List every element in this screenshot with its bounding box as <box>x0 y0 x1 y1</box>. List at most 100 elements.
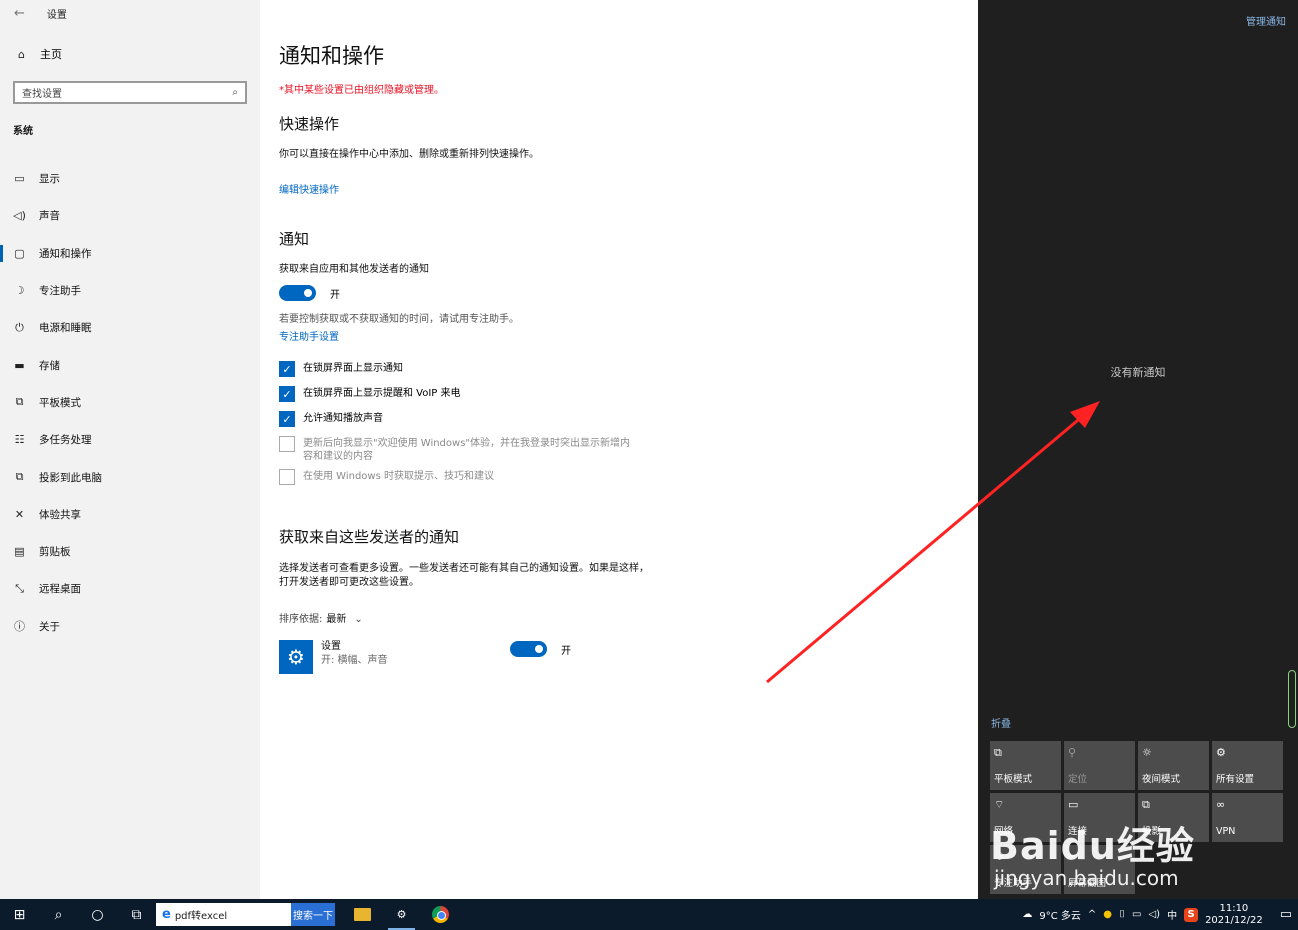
chevron-down-icon: ⌄ <box>354 614 363 625</box>
sender-toggle[interactable] <box>510 641 547 657</box>
checkbox-label: 在锁屏界面上显示通知 <box>303 363 403 374</box>
taskbar-search-button[interactable]: 搜索一下 <box>291 903 335 926</box>
tile-label: VPN <box>1216 826 1236 837</box>
sidebar-item-3[interactable]: ☽ 专注助手 <box>0 272 260 309</box>
quick-action-tile[interactable]: ⧉ 平板模式 <box>990 741 1061 790</box>
checkbox[interactable] <box>279 469 295 485</box>
sender-app-name: 设置 <box>321 641 341 652</box>
quick-action-tile[interactable]: ☽ 专注助手 <box>990 845 1061 894</box>
chevron-up-icon[interactable]: ^ <box>1088 909 1096 920</box>
info-icon: ⓘ <box>14 620 25 634</box>
quick-action-tile[interactable]: ⧉ 投影 <box>1138 793 1209 842</box>
checkbox-row[interactable]: ✓ 在锁屏界面上显示提醒和 VoIP 来电 <box>279 386 639 402</box>
sidebar-item-0[interactable]: ▭ 显示 <box>0 160 260 197</box>
notification-center-icon[interactable]: ▭ <box>1280 907 1292 922</box>
action-center: 管理通知 没有新通知 折叠 ⧉ 平板模式 ⚲ 定位 ☼ 夜间模式 ⚙ 所有设置 ⌔ 网络 ▭ 连接 ⧉ 投… <box>978 0 1298 899</box>
quick-action-tile[interactable]: ✂ 屏幕截图 <box>1064 845 1135 894</box>
taskbar-search-input[interactable]: e pdf转excel <box>156 903 291 926</box>
share-icon: ✕ <box>14 507 25 521</box>
sort-dropdown[interactable]: 排序依据: 最新 ⌄ <box>279 613 363 627</box>
sidebar-item-label: 多任务处理 <box>39 434 92 447</box>
quick-action-tile[interactable]: ⚙ 所有设置 <box>1212 741 1283 790</box>
settings-app-icon[interactable]: ⚙ <box>382 899 421 930</box>
volume-icon[interactable]: ◁) <box>1148 909 1160 920</box>
collapse-link[interactable]: 折叠 <box>991 715 1011 730</box>
main-content: 通知和操作 *其中某些设置已由组织隐藏或管理。 快速操作 你可以直接在操作中心中… <box>260 0 978 899</box>
system-tray: ☁ 9°C 多云 ^ ● ⌷ ▭ ◁) 中 S 11:10 2021/12/22… <box>1022 903 1298 927</box>
checkbox[interactable]: ✓ <box>279 411 295 427</box>
sidebar-item-label: 存储 <box>39 359 60 372</box>
checkbox-row[interactable]: 更新后向我显示"欢迎使用 Windows"体验，并在我登录时突出显示新增内容和建… <box>279 436 639 463</box>
remote-icon: ⤡ <box>15 581 24 595</box>
ime-indicator[interactable]: 中 <box>1167 907 1177 922</box>
checkbox-row[interactable]: ✓ 允许通知播放声音 <box>279 411 639 427</box>
checkbox[interactable]: ✓ <box>279 361 295 377</box>
quick-action-tile[interactable]: ⚲ 定位 <box>1064 741 1135 790</box>
task-view-icon[interactable]: ⧉ <box>117 899 156 930</box>
sender-toggle-state: 开 <box>561 645 571 657</box>
clock-time: 11:10 <box>1219 902 1249 914</box>
sidebar-item-label: 投影到此电脑 <box>39 471 102 484</box>
search-icon[interactable]: ⌕ <box>39 899 78 930</box>
tile-label: 定位 <box>1068 774 1088 785</box>
title-bar: ← 设置 <box>0 0 260 26</box>
sidebar-item-7[interactable]: ☷ 多任务处理 <box>0 421 260 458</box>
tile-label: 屏幕截图 <box>1068 878 1107 889</box>
sidebar-item-2[interactable]: ▢ 通知和操作 <box>0 235 260 272</box>
sidebar-item-4[interactable]: ⏻ 电源和睡眠 <box>0 309 260 346</box>
page-title: 通知和操作 <box>279 44 384 68</box>
focus-assist-link[interactable]: 专注助手设置 <box>279 328 339 343</box>
gear-icon: ⚙ <box>279 640 313 674</box>
taskbar-search-value: pdf转excel <box>174 911 228 922</box>
sidebar-item-10[interactable]: ▤ 剪贴板 <box>0 533 260 570</box>
tile-label: 所有设置 <box>1216 774 1255 785</box>
taskbar: ⊞ ⌕ ○ ⧉ e pdf转excel 搜索一下 ⚙ ☁ 9°C 多云 ^ ● … <box>0 899 1298 930</box>
sidebar-item-8[interactable]: ⧉ 投影到此电脑 <box>0 458 260 495</box>
sidebar-item-label: 声音 <box>39 210 60 223</box>
checkbox-row[interactable]: ✓ 在锁屏界面上显示通知 <box>279 361 639 377</box>
manage-notifications-link[interactable]: 管理通知 <box>1246 13 1286 28</box>
notifications-toggle[interactable] <box>279 285 316 301</box>
message-icon: ▢ <box>14 246 25 260</box>
quick-action-tile[interactable]: ⌔ 网络 <box>990 793 1061 842</box>
quick-action-tile[interactable]: ▭ 连接 <box>1064 793 1135 842</box>
sidebar-item-9[interactable]: ✕ 体验共享 <box>0 496 260 533</box>
back-arrow-icon[interactable]: ← <box>14 6 25 21</box>
tile-label: 投影 <box>1142 826 1162 837</box>
sidebar-item-5[interactable]: ▬ 存储 <box>0 346 260 383</box>
usb-icon[interactable]: ⌷ <box>1119 909 1125 920</box>
sidebar-item-11[interactable]: ⤡ 远程桌面 <box>0 570 260 607</box>
sidebar-item-12[interactable]: ⓘ 关于 <box>0 608 260 645</box>
network-icon[interactable]: ▭ <box>1132 909 1141 920</box>
checkbox-row[interactable]: 在使用 Windows 时获取提示、技巧和建议 <box>279 469 639 485</box>
file-explorer-icon[interactable] <box>343 899 382 930</box>
no-notifications-text: 没有新通知 <box>1110 366 1166 379</box>
sidebar-item-6[interactable]: ⧉ 平板模式 <box>0 384 260 421</box>
search-input[interactable]: 查找设置 ⌕ <box>13 81 247 104</box>
tile-label: 专注助手 <box>994 878 1033 889</box>
quick-action-tile[interactable]: ☼ 夜间模式 <box>1138 741 1209 790</box>
checkbox[interactable] <box>279 436 295 452</box>
sogou-icon[interactable]: S <box>1184 907 1199 922</box>
monitor-icon: ▭ <box>14 172 25 186</box>
project-icon: ⧉ <box>1142 798 1150 811</box>
focus-hint: 若要控制获取或不获取通知的时间，请试用专注助手。 <box>279 314 519 325</box>
security-icon[interactable]: ● <box>1103 909 1112 920</box>
cortana-icon[interactable]: ○ <box>78 899 117 930</box>
chrome-icon[interactable] <box>421 899 460 930</box>
sidebar-item-1[interactable]: ◁) 声音 <box>0 197 260 234</box>
clock[interactable]: 11:10 2021/12/22 <box>1205 903 1263 927</box>
tablet-icon: ⧉ <box>15 395 24 409</box>
checkbox[interactable]: ✓ <box>279 386 295 402</box>
clock-date: 2021/12/22 <box>1205 914 1263 926</box>
sender-toggle-row: 开 <box>510 641 571 657</box>
sidebar-item-home[interactable]: ⌂ 主页 <box>14 46 62 62</box>
search-icon: ⌕ <box>232 87 238 98</box>
windows-start-icon[interactable]: ⊞ <box>0 899 39 930</box>
weather-text[interactable]: 9°C 多云 <box>1039 907 1081 922</box>
quick-action-tile[interactable]: ∞ VPN <box>1212 793 1283 842</box>
scrollbar[interactable] <box>1288 670 1296 728</box>
tablet-mode-icon: ⧉ <box>994 746 1002 759</box>
edit-quick-actions-link[interactable]: 编辑快速操作 <box>279 181 339 196</box>
checkbox-label: 在锁屏界面上显示提醒和 VoIP 来电 <box>303 388 461 399</box>
